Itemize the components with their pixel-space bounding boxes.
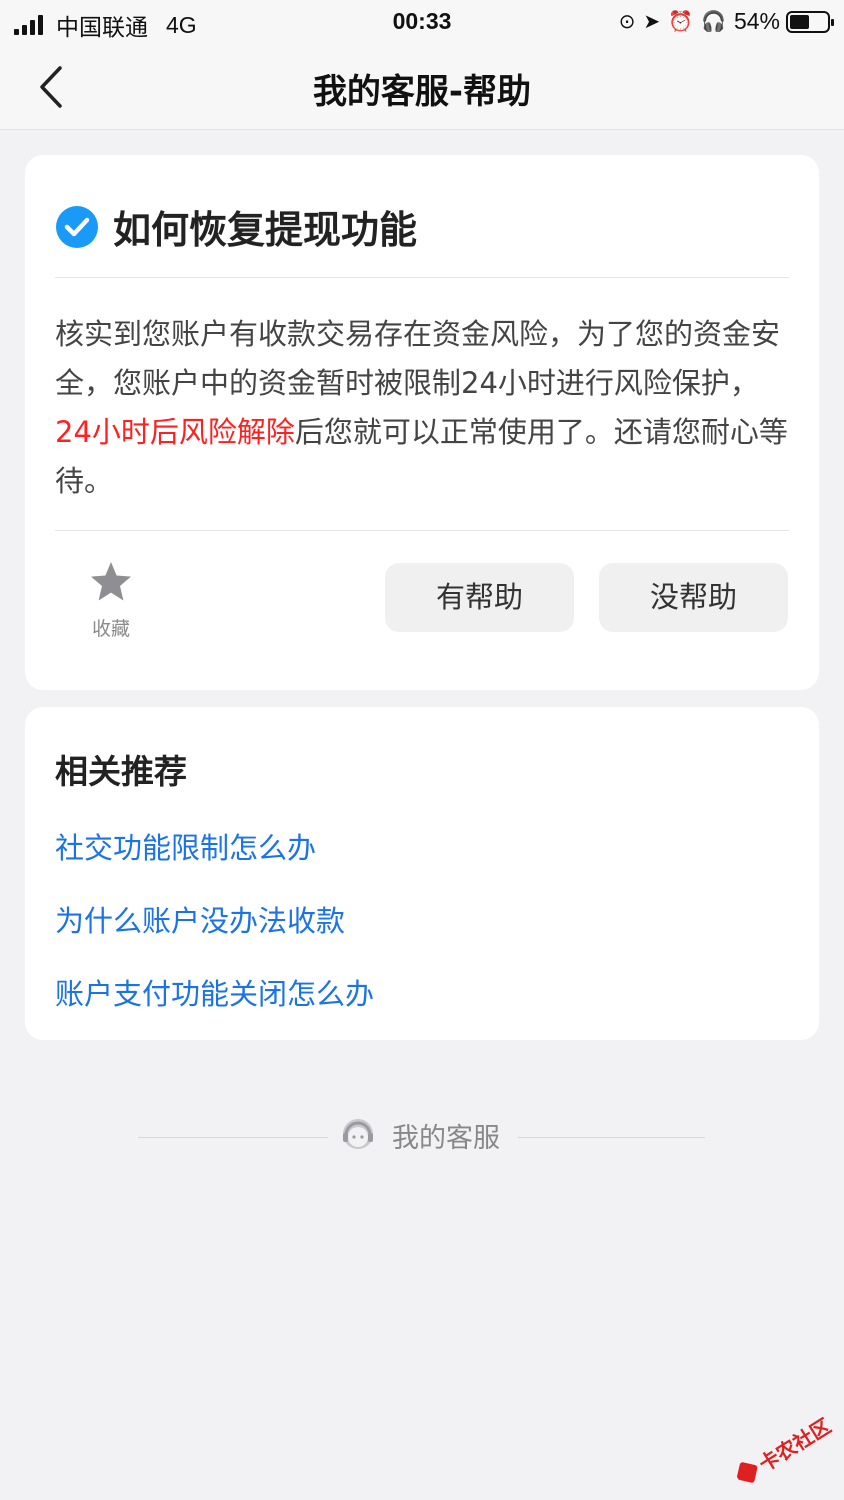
footer-line — [138, 1137, 328, 1138]
star-icon — [91, 562, 131, 601]
question-title: 如何恢复提现功能 — [113, 208, 418, 252]
related-title: 相关推荐 — [55, 752, 187, 791]
question-header: 如何恢复提现功能 — [55, 199, 417, 254]
related-link[interactable]: 账户支付功能关闭怎么办 — [55, 971, 374, 1013]
status-right: ⊙ ➤ ⏰ 🎧 54% — [618, 8, 834, 35]
customer-service-icon — [343, 1119, 373, 1149]
page-title: 我的客服-帮助 — [312, 72, 532, 112]
related-link[interactable]: 为什么账户没办法收款 — [55, 898, 345, 940]
headphones-icon: 🎧 — [701, 11, 726, 33]
alarm-icon: ⏰ — [668, 11, 694, 33]
watermark-icon: 卡农社区 — [736, 1414, 836, 1483]
battery-icon — [786, 10, 834, 33]
footer-line — [518, 1137, 705, 1138]
footer: 我的客服 — [138, 1115, 705, 1159]
location-icon: ➤ — [643, 11, 661, 33]
watermark-text: 卡农社区 — [755, 1414, 836, 1477]
footer-label: 我的客服 — [392, 1122, 500, 1154]
favorite-button[interactable]: 收藏 — [85, 560, 137, 641]
status-bar: 中国联通 4G 00:33 ⊙ ➤ ⏰ 🎧 54% — [0, 0, 844, 44]
answer-highlight: 24小时后风险解除 — [55, 415, 295, 449]
related-link[interactable]: 社交功能限制怎么办 — [55, 825, 316, 867]
divider — [55, 277, 789, 278]
watermark-logo: 卡农社区 — [728, 1404, 842, 1496]
related-card: 相关推荐 社交功能限制怎么办 为什么账户没办法收款 账户支付功能关闭怎么办 — [25, 707, 819, 1040]
answer-text-part: 核实到您账户有收款交易存在资金风险，为了您的资金安全，您账户中的资金暂时被限制2… — [55, 317, 781, 400]
helpful-button[interactable]: 有帮助 — [385, 563, 574, 632]
answer-text: 核实到您账户有收款交易存在资金风险，为了您的资金安全，您账户中的资金暂时被限制2… — [55, 310, 791, 506]
not-helpful-button[interactable]: 没帮助 — [599, 563, 788, 632]
rotation-lock-icon: ⊙ — [618, 11, 636, 33]
question-card: 如何恢复提现功能 核实到您账户有收款交易存在资金风险，为了您的资金安全，您账户中… — [25, 155, 819, 690]
battery-fill — [790, 14, 809, 29]
nav-bar: 我的客服-帮助 — [0, 44, 844, 130]
battery-percent: 54% — [733, 8, 780, 34]
check-circle-icon — [56, 205, 98, 248]
favorite-label: 收藏 — [91, 618, 130, 640]
divider — [55, 530, 789, 531]
customer-service-link[interactable]: 我的客服 — [338, 1115, 500, 1155]
